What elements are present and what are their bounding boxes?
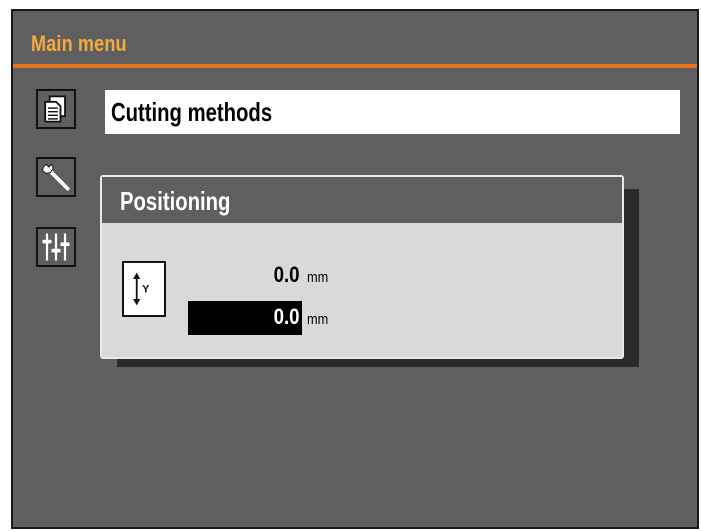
current-position-value: 0.0 bbox=[273, 262, 300, 287]
current-position-row: 0.0 mm bbox=[188, 259, 334, 293]
target-position-unit: mm bbox=[307, 311, 329, 328]
selected-menu-item-label: Cutting methods bbox=[111, 97, 273, 127]
target-position-row[interactable]: 0.0 mm bbox=[188, 301, 334, 335]
current-position-unit: mm bbox=[307, 269, 329, 286]
wrench-icon[interactable] bbox=[36, 157, 76, 197]
dialog-header: Positioning bbox=[102, 177, 622, 223]
title-bar: Main menu bbox=[13, 11, 697, 65]
current-position-value-box: 0.0 bbox=[188, 259, 302, 293]
document-icon[interactable] bbox=[36, 89, 76, 129]
target-position-input[interactable]: 0.0 bbox=[188, 301, 302, 335]
target-position-value: 0.0 bbox=[273, 304, 300, 329]
sliders-icon[interactable] bbox=[36, 227, 76, 267]
positioning-dialog: Positioning Y 0.0 mm 0.0 mm bbox=[100, 175, 624, 359]
page-title: Main menu bbox=[31, 31, 127, 56]
selected-menu-item[interactable]: Cutting methods bbox=[105, 90, 680, 134]
y-axis-icon: Y bbox=[122, 261, 166, 317]
dialog-title: Positioning bbox=[120, 186, 231, 216]
axis-label: Y bbox=[142, 284, 150, 296]
machine-screen: Main menu Cutting methods Positioning Y … bbox=[11, 9, 699, 529]
title-divider bbox=[13, 64, 697, 68]
